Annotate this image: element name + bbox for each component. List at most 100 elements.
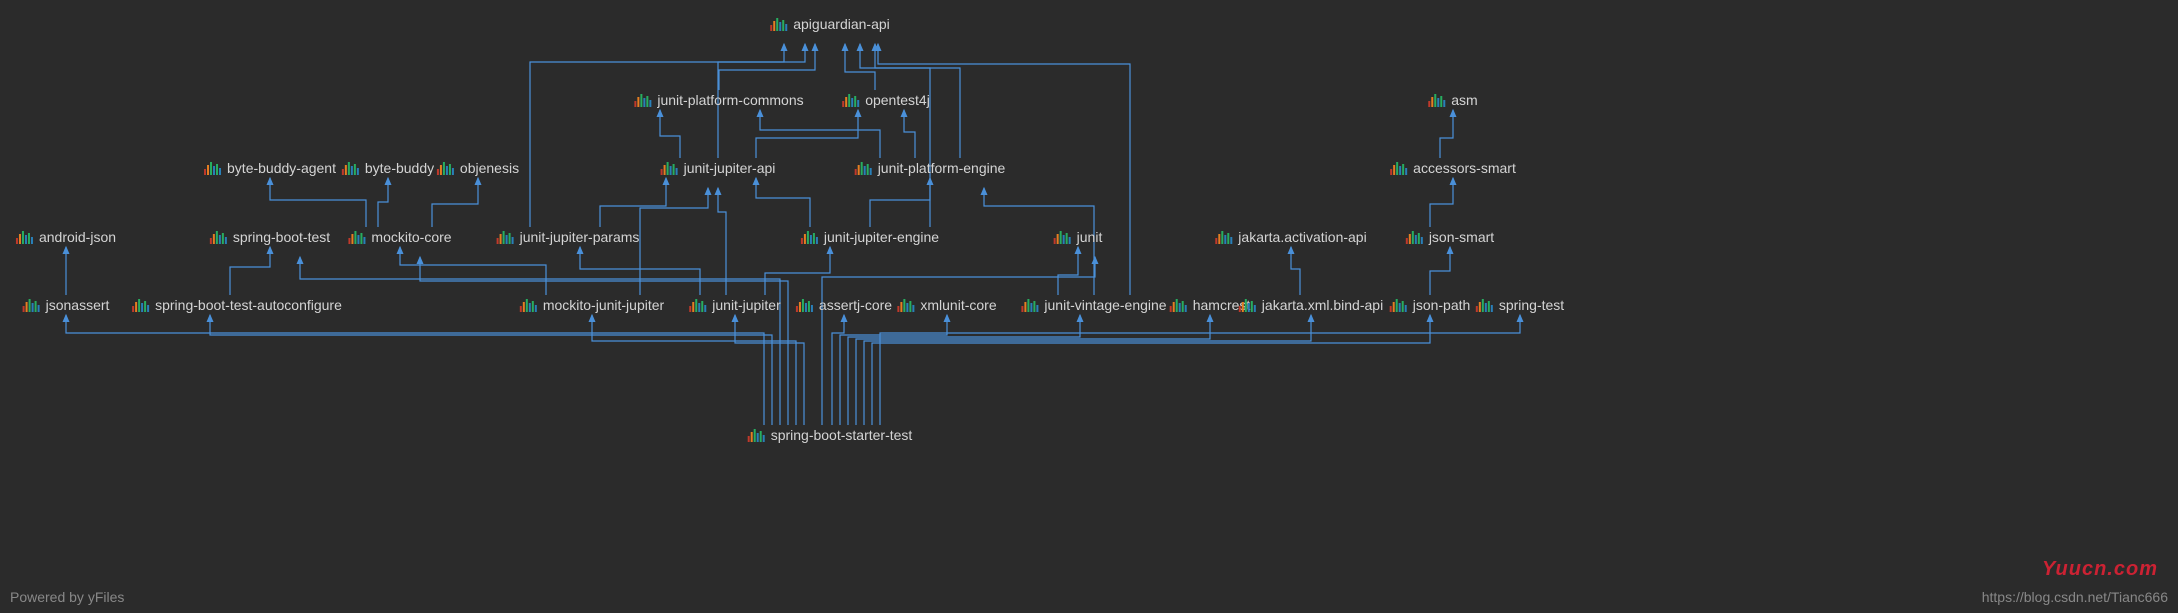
node-label: accessors-smart	[1413, 160, 1516, 176]
dependency-icon	[634, 93, 651, 107]
node-jpe[interactable]: junit-platform-engine	[855, 160, 1006, 176]
node-label: apiguardian-api	[793, 16, 890, 32]
dependency-icon	[210, 230, 227, 244]
node-label: junit-platform-commons	[657, 92, 803, 108]
dependency-graph: apiguardian-api junit-platform-commons ope…	[0, 0, 2178, 613]
node-label: jsonassert	[46, 297, 110, 313]
edge-jjp-apiguardian	[530, 44, 784, 227]
edge-root-mjj	[592, 315, 796, 425]
node-asm[interactable]: asm	[1428, 92, 1477, 108]
node-springtest[interactable]: spring-test	[1476, 297, 1564, 313]
node-jje[interactable]: junit-jupiter-engine	[801, 229, 939, 245]
node-sbt[interactable]: spring-boot-test	[210, 229, 330, 245]
edge-jj-jje	[765, 247, 830, 295]
edge-root-jsonassert	[66, 315, 764, 425]
edge-opentest4j-apiguardian	[845, 44, 875, 90]
node-sbta[interactable]: spring-boot-test-autoconfigure	[132, 297, 342, 313]
dependency-icon	[1054, 230, 1071, 244]
edge-jpe-opentest4j	[904, 110, 915, 158]
node-label: spring-boot-test-autoconfigure	[155, 297, 342, 313]
node-jjp[interactable]: junit-jupiter-params	[497, 229, 640, 245]
node-objenesis[interactable]: objenesis	[437, 160, 519, 176]
dependency-icon	[1239, 298, 1256, 312]
dependency-icon	[16, 230, 33, 244]
edge-jj-jjp	[580, 247, 700, 295]
dependency-icon	[204, 161, 221, 175]
node-label: jakarta.activation-api	[1238, 229, 1366, 245]
node-mockito[interactable]: mockito-core	[348, 229, 451, 245]
node-label: objenesis	[460, 160, 519, 176]
dependency-icon	[1476, 298, 1493, 312]
edge-sbta-sbt	[230, 247, 270, 295]
node-label: xmlunit-core	[920, 297, 996, 313]
node-accessors[interactable]: accessors-smart	[1390, 160, 1516, 176]
edge-jsonpath-jsonsmart	[1430, 247, 1450, 295]
dependency-icon	[855, 161, 872, 175]
edge-root-xmlunit	[840, 315, 947, 425]
edge-root-sbt	[300, 257, 780, 425]
node-label: junit-platform-engine	[878, 160, 1006, 176]
edge-jj-jja	[718, 188, 726, 295]
edge-root-jxba	[864, 315, 1311, 425]
watermark: Yuucn.com	[2042, 558, 2158, 581]
dependency-icon	[770, 17, 787, 31]
dependency-icon	[1390, 298, 1407, 312]
node-label: junit-jupiter-api	[684, 160, 776, 176]
dependency-icon	[661, 161, 678, 175]
node-jve[interactable]: junit-vintage-engine	[1021, 297, 1166, 313]
node-jxba[interactable]: jakarta.xml.bind-api	[1239, 297, 1383, 313]
edge-root-jve	[848, 315, 1080, 425]
node-opentest4j[interactable]: opentest4j	[842, 92, 930, 108]
edge-jve-junit	[1058, 247, 1078, 295]
node-assertj[interactable]: assertj-core	[796, 297, 892, 313]
edge-root-hamcrest	[856, 315, 1210, 425]
node-junit[interactable]: junit	[1054, 229, 1103, 245]
footer-url: https://blog.csdn.net/Tianc666	[1982, 589, 2168, 605]
node-mjj[interactable]: mockito-junit-jupiter	[520, 297, 664, 313]
edge-jje-jpe	[870, 178, 930, 227]
edge-mockito-bba	[270, 178, 366, 227]
node-xmlunit[interactable]: xmlunit-core	[897, 297, 996, 313]
dependency-icon	[497, 230, 514, 244]
edge-jje-apiguardian	[875, 44, 930, 227]
edge-jjp-jja	[600, 178, 666, 227]
edge-root-jj	[735, 315, 804, 425]
node-label: junit-jupiter	[712, 297, 780, 313]
node-jj[interactable]: junit-jupiter	[689, 297, 780, 313]
dependency-icon	[348, 230, 365, 244]
edge-jja-opentest4j	[756, 110, 858, 158]
dependency-icon	[796, 298, 813, 312]
dependency-icon	[1406, 230, 1423, 244]
edge-jpe-jpc	[760, 110, 880, 158]
edge-jpc-apiguardian	[719, 44, 815, 90]
dependency-icon	[748, 428, 765, 442]
dependency-icon	[1170, 298, 1187, 312]
node-jsonpath[interactable]: json-path	[1390, 297, 1471, 313]
edge-mockito-bb	[378, 178, 388, 227]
node-jsonsmart[interactable]: json-smart	[1406, 229, 1494, 245]
edge-jxba-jaa	[1291, 247, 1300, 295]
edge-accessors-asm	[1440, 110, 1453, 158]
node-jaa[interactable]: jakarta.activation-api	[1215, 229, 1366, 245]
node-jpc[interactable]: junit-platform-commons	[634, 92, 803, 108]
edge-root-junit	[822, 257, 1095, 425]
node-label: android-json	[39, 229, 116, 245]
node-jja[interactable]: junit-jupiter-api	[661, 160, 776, 176]
dependency-icon	[842, 93, 859, 107]
node-bba[interactable]: byte-buddy-agent	[204, 160, 336, 176]
edge-jja-jpc	[660, 110, 680, 158]
node-jsonassert[interactable]: jsonassert	[23, 297, 110, 313]
node-label: mockito-core	[371, 229, 451, 245]
edge-root-springtest	[880, 315, 1520, 425]
dependency-icon	[342, 161, 359, 175]
node-android[interactable]: android-json	[16, 229, 116, 245]
footer-powered-by: Powered by yFiles	[10, 589, 124, 605]
node-apiguardian[interactable]: apiguardian-api	[770, 16, 890, 32]
dependency-icon	[437, 161, 454, 175]
dependency-icon	[801, 230, 818, 244]
node-label: asm	[1451, 92, 1477, 108]
node-bb[interactable]: byte-buddy	[342, 160, 434, 176]
edge-mockito-objenesis	[432, 178, 478, 227]
node-root[interactable]: spring-boot-starter-test	[748, 427, 913, 443]
node-label: jakarta.xml.bind-api	[1262, 297, 1383, 313]
